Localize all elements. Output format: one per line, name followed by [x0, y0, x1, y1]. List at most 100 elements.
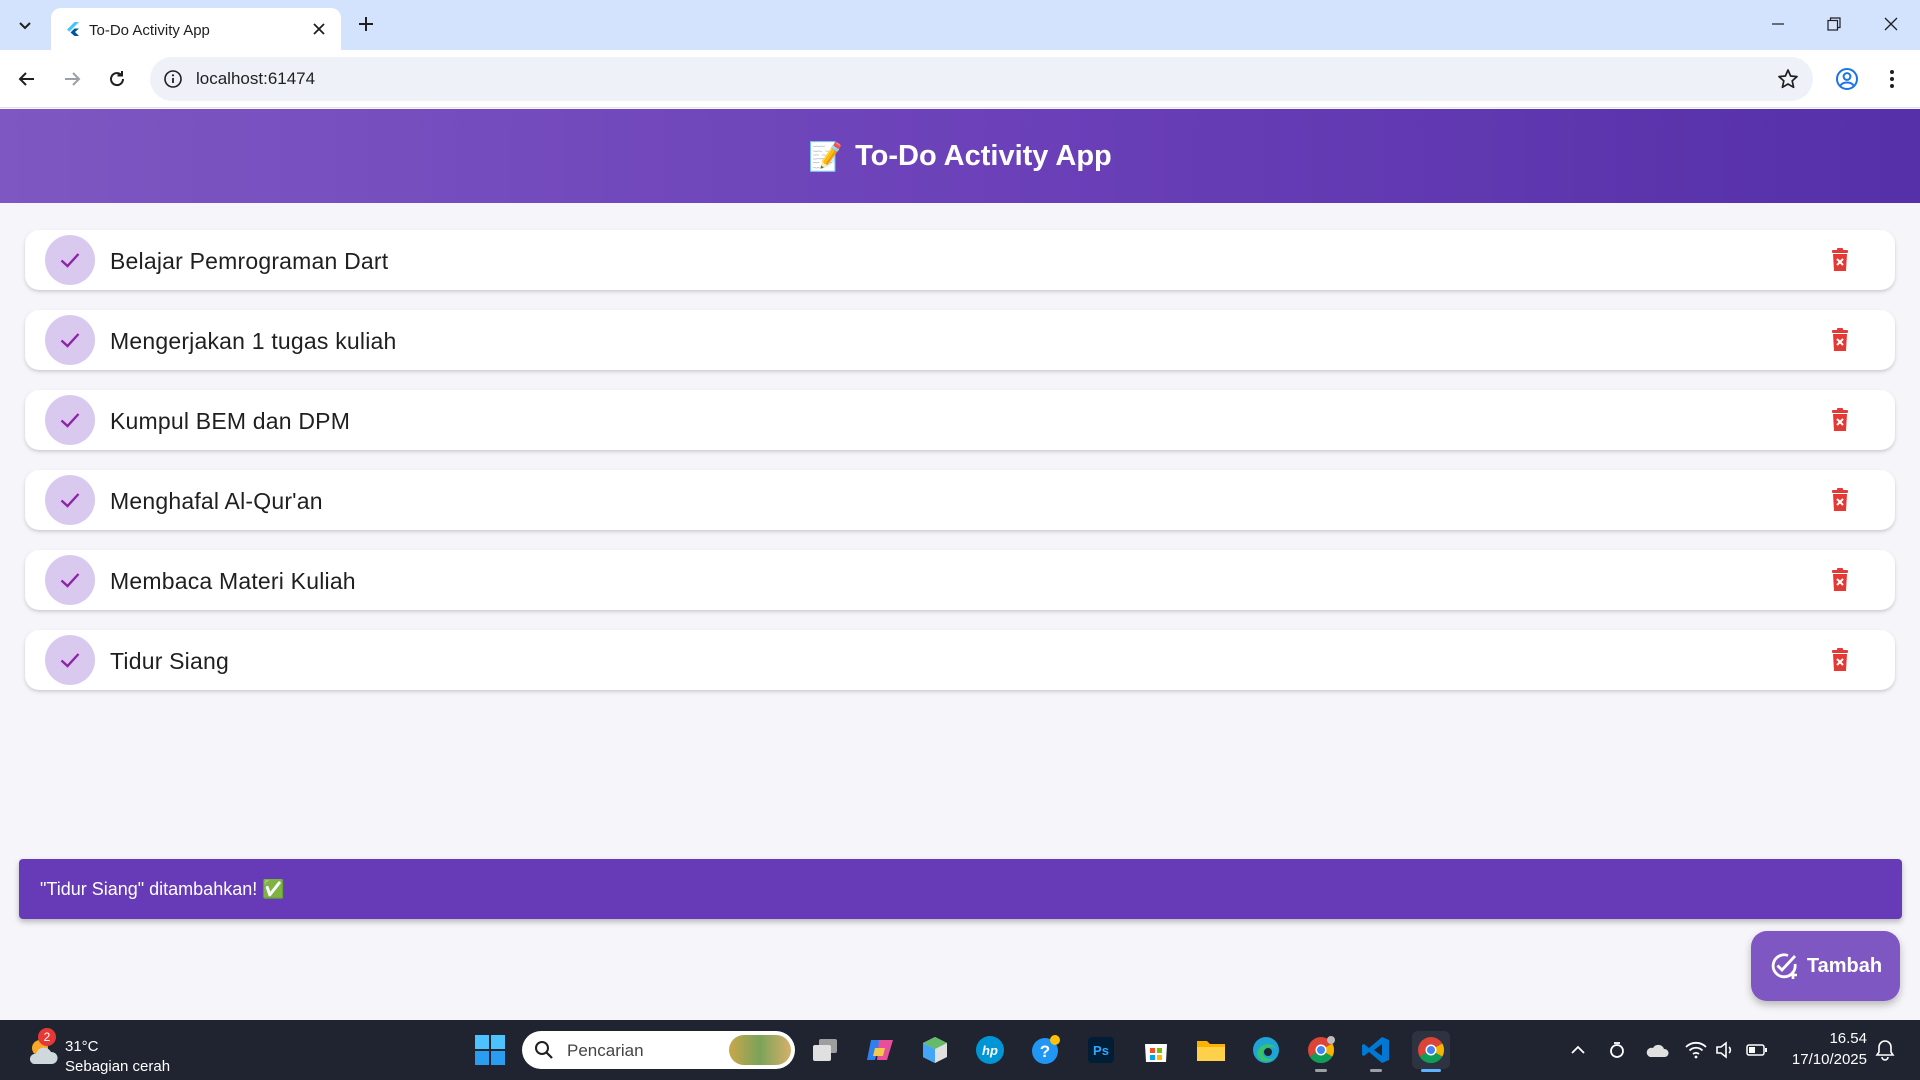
tab-close-button[interactable] [309, 19, 329, 39]
reload-button[interactable] [99, 61, 135, 97]
task-done-toggle[interactable] [45, 555, 95, 605]
minimize-button[interactable] [1758, 8, 1798, 40]
svg-text:?: ? [1040, 1042, 1050, 1061]
vscode-icon [1362, 1037, 1389, 1063]
edge-icon [1253, 1037, 1279, 1063]
cloud-icon [1646, 1044, 1669, 1057]
microsoft-store-button[interactable] [1137, 1031, 1175, 1069]
task-title: Menghafal Al-Qur'an [110, 488, 323, 514]
get-help-button[interactable]: ? [1027, 1031, 1065, 1069]
bell-icon [1875, 1040, 1895, 1061]
task-item[interactable]: Menghafal Al-Qur'an [25, 470, 1895, 530]
restore-button[interactable] [1814, 8, 1854, 40]
chevron-down-icon [19, 22, 31, 30]
reload-icon [110, 71, 125, 87]
box-app-icon [923, 1037, 947, 1063]
page-title: 📝 To-Do Activity App [808, 140, 1112, 173]
browser-tab-active[interactable]: To-Do Activity App [51, 8, 341, 50]
delete-task-button[interactable] [1825, 565, 1855, 595]
chrome-profile-button[interactable] [1302, 1031, 1340, 1072]
chrome-icon [1308, 1036, 1335, 1064]
folder-icon [1197, 1041, 1225, 1061]
hp-button[interactable]: hp [971, 1031, 1009, 1069]
tray-app-icon[interactable] [1605, 1038, 1629, 1062]
copilot-button[interactable] [861, 1031, 899, 1069]
new-tab-button[interactable] [352, 10, 380, 38]
profile-button[interactable] [1829, 61, 1865, 97]
task-title: Belajar Pemrograman Dart [110, 248, 389, 274]
notifications-button[interactable] [1873, 1038, 1897, 1062]
running-indicator [1370, 1069, 1382, 1072]
url-text[interactable]: localhost:61474 [196, 69, 315, 89]
task-done-toggle[interactable] [45, 635, 95, 685]
delete-task-button[interactable] [1825, 245, 1855, 275]
delete-task-button[interactable] [1825, 405, 1855, 435]
check-icon [60, 653, 80, 668]
wifi-icon [1685, 1041, 1707, 1059]
speaker-icon [1716, 1041, 1732, 1059]
add-task-label: Tambah [1806, 954, 1883, 977]
task-done-toggle[interactable] [45, 395, 95, 445]
task-view-button[interactable] [806, 1031, 844, 1069]
task-item[interactable]: Mengerjakan 1 tugas kuliah [25, 310, 1895, 370]
chrome-icon [1418, 1037, 1445, 1064]
vscode-button[interactable] [1357, 1031, 1395, 1072]
windows-taskbar: 2 31°C Sebagian cerah Pencarian hp ? Ps [0, 1020, 1920, 1080]
browser-menu-button[interactable] [1874, 61, 1910, 97]
clock-time[interactable]: 16.54 [1829, 1030, 1867, 1047]
star-icon[interactable] [1777, 68, 1799, 90]
delete-icon [1832, 648, 1848, 671]
task-item[interactable]: Kumpul BEM dan DPM [25, 390, 1895, 450]
flutter-icon [67, 22, 79, 36]
windows-start-icon[interactable] [474, 1034, 506, 1066]
task-item[interactable]: Membaca Materi Kuliah [25, 550, 1895, 610]
delete-task-button[interactable] [1825, 645, 1855, 675]
edge-button[interactable] [1247, 1031, 1285, 1069]
onedrive-button[interactable] [1645, 1038, 1669, 1062]
file-explorer-button[interactable] [1192, 1031, 1230, 1069]
task-item[interactable]: Belajar Pemrograman Dart [25, 230, 1895, 290]
weather-widget[interactable]: 2 31°C Sebagian cerah [22, 1028, 202, 1075]
add-task-button[interactable]: Tambah [1751, 931, 1900, 1001]
hp-icon: hp [976, 1036, 1004, 1064]
task-item[interactable]: Tidur Siang [25, 630, 1895, 690]
search-placeholder: Pencarian [567, 1041, 644, 1060]
clock-date[interactable]: 17/10/2025 [1792, 1051, 1867, 1068]
close-window-button[interactable] [1871, 8, 1911, 40]
delete-task-button[interactable] [1825, 325, 1855, 355]
photoshop-button[interactable]: Ps [1082, 1031, 1120, 1069]
tab-title: To-Do Activity App [89, 22, 210, 39]
address-bar[interactable]: localhost:61474 [150, 57, 1813, 101]
delete-task-button[interactable] [1825, 485, 1855, 515]
running-indicator [1421, 1069, 1441, 1072]
memo-icon: 📝 [808, 140, 844, 172]
chrome-button[interactable] [1412, 1031, 1450, 1072]
browser-toolbar: localhost:61474 [0, 50, 1920, 108]
site-info-icon[interactable] [163, 69, 183, 89]
wifi-button[interactable] [1684, 1038, 1708, 1062]
back-button[interactable] [9, 61, 45, 97]
hp-app-box-button[interactable] [916, 1031, 954, 1069]
task-done-toggle[interactable] [45, 475, 95, 525]
weather-temperature: 31°C [65, 1038, 99, 1055]
browser-tabstrip: To-Do Activity App [0, 0, 1920, 50]
forward-button[interactable] [54, 61, 90, 97]
app-title-text: To-Do Activity App [855, 139, 1112, 172]
taskbar-search[interactable]: Pencarian [522, 1031, 795, 1069]
restore-icon [1827, 17, 1841, 31]
show-hidden-icons-button[interactable] [1566, 1038, 1590, 1062]
plus-icon [359, 17, 373, 31]
check-icon [60, 413, 80, 428]
help-icon: ? [1032, 1035, 1060, 1064]
chevron-up-icon [1571, 1045, 1585, 1054]
search-highlight-image [729, 1035, 791, 1065]
task-title: Tidur Siang [110, 648, 229, 674]
task-title: Membaca Materi Kuliah [110, 568, 356, 594]
delete-icon [1832, 408, 1848, 431]
app-bar: 📝 To-Do Activity App [0, 109, 1920, 203]
task-done-toggle[interactable] [45, 235, 95, 285]
task-done-toggle[interactable] [45, 315, 95, 365]
tab-search-button[interactable] [9, 9, 41, 41]
battery-button[interactable] [1745, 1038, 1769, 1062]
volume-button[interactable] [1713, 1038, 1737, 1062]
